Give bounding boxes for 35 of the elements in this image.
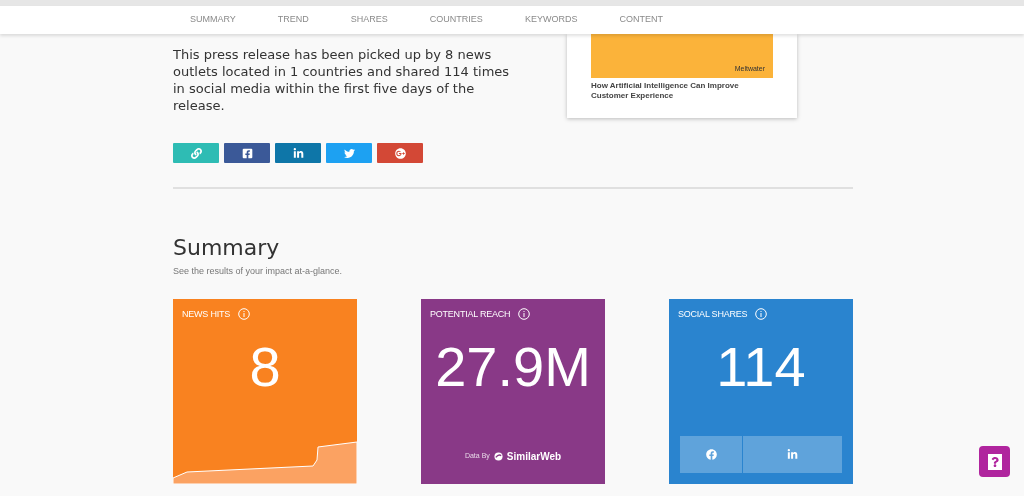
card-label: SOCIAL SHARES [678,307,748,321]
linkedin-share-button[interactable] [275,143,321,163]
credit-logo-text: SimilarWeb [506,449,562,464]
article-title: How Artificial Intelligence Can Improve Customer Experience [591,81,740,101]
info-icon[interactable] [518,308,531,321]
card-value: 114 [716,337,806,397]
card-label: POTENTIAL REACH [430,307,511,321]
linkedin-icon [292,147,304,159]
twitter-share-button[interactable] [326,143,372,163]
card-value: 27.9M [435,337,591,397]
facebook-icon [705,448,717,460]
nav-tab[interactable]: TREND [277,13,309,27]
logo-icon [493,451,503,461]
help-button[interactable] [979,446,1010,477]
section-subtitle: See the results of your impact at-a-glance. [173,265,344,278]
linkedin-icon [787,448,798,460]
nav-tab[interactable]: COUNTRIES [429,13,483,27]
nav-tab[interactable]: SUMMARY [190,13,236,27]
facebook-share-button[interactable] [680,435,742,473]
nav-tab[interactable]: KEYWORDS [524,13,578,27]
nav-tab[interactable]: CONTENT [619,13,663,27]
facebook-icon [241,147,253,159]
nav-tab[interactable]: SHARES [350,13,388,27]
googleplus-share-button[interactable] [377,143,423,163]
info-icon[interactable] [755,308,768,321]
card-label: NEWS HITS [182,307,230,321]
help-icon [987,453,1002,470]
intro-paragraph: This press release has been picked up by 8 news outlets located in 1 countries and shared 114 times in social media within the first five days of the release. [173,46,511,115]
link-share-button[interactable] [173,143,219,163]
card-value: 8 [249,337,281,397]
link-icon [190,147,202,159]
google-plus-icon [394,147,406,159]
section-title: Summary [173,235,281,261]
twitter-icon [343,147,355,159]
facebook-share-button[interactable] [224,143,270,163]
